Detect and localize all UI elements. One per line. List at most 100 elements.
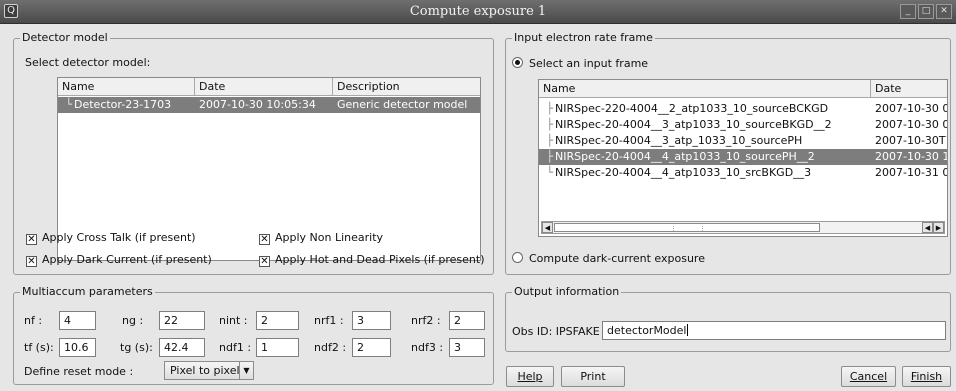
select-input-frame-label: Select an input frame [529,57,649,70]
tree-branch-icon: ├ [546,102,553,115]
nrf2-label: nrf2 : [411,314,441,327]
minimize-icon[interactable]: _ [900,4,916,19]
close-icon[interactable]: ✕ [936,4,952,19]
input-frame-group: Input electron rate frame Select an inpu… [505,31,951,275]
column-header-name[interactable]: Name [58,78,195,96]
nrf2-input[interactable]: 2 [449,311,485,330]
cross-talk-checkbox[interactable]: ✕ Apply Cross Talk (if present) [26,231,196,245]
obs-id-input[interactable]: detectorModel [602,321,946,340]
tg-input[interactable]: 42.4 [159,338,205,357]
ng-label: ng : [122,314,144,327]
horizontal-scrollbar[interactable]: ◀ ◀ ▶ [541,221,945,234]
window-title: Compute exposure 1 [409,4,547,19]
multiaccum-group: Multiaccum parameters nf : 4 ng : 22 nin… [13,285,494,385]
select-detector-label: Select detector model: [25,56,151,69]
nint-input[interactable]: 2 [256,311,299,330]
cross-talk-label: Apply Cross Talk (if present) [42,231,196,244]
checkbox-checked-icon: ✕ [26,234,37,245]
detector-date-cell: 2007-10-30 10:05:34 [199,98,316,111]
nrf1-input[interactable]: 3 [352,311,391,330]
tree-branch-icon: └ [65,98,72,111]
tf-input[interactable]: 10.6 [59,338,96,357]
chevron-down-icon: ▼ [239,362,253,379]
input-frame-table-header: Name Date [539,80,947,98]
table-row[interactable]: ├ NIRSpec-220-4004__2_atp1033_10_sourceBC… [539,101,947,117]
frame-date-cell: 2007-10-31 07: [875,166,947,179]
frame-name-cell: ├ NIRSpec-20-4004__3_atp_1033_10_sourcePH [539,133,871,149]
obs-id-label: Obs ID: IPSFAKE [512,325,600,338]
reset-mode-select[interactable]: Pixel to pixel ▼ [164,361,254,380]
tf-label: tf (s): [24,341,54,354]
tree-branch-icon: ├ [546,134,553,147]
output-information-legend: Output information [512,285,622,298]
scroll-left-icon[interactable]: ◀ [922,222,933,233]
print-button[interactable]: Print [561,366,625,387]
output-information-group: Output information Obs ID: IPSFAKE detec… [505,285,951,352]
radio-unselected-icon [512,252,523,263]
dark-current-label: Apply Dark Current (if present) [42,253,212,266]
hot-dead-pixels-checkbox[interactable]: ✕ Apply Hot and Dead Pixels (if present) [259,253,485,267]
nf-input[interactable]: 4 [59,311,96,330]
table-row[interactable]: ├ NIRSpec-20-4004__3_atp1033_10_sourceBKG… [539,117,947,133]
radio-selected-icon [512,57,523,68]
cancel-button[interactable]: Cancel [841,366,896,387]
table-row[interactable]: ├ NIRSpec-20-4004__4_atp1033_10_sourcePH_… [539,149,947,165]
column-header-date[interactable]: Date [195,78,333,96]
frame-date-cell: 2007-10-30T14 [875,134,947,147]
frame-name-cell: ├ NIRSpec-220-4004__2_atp1033_10_sourceBC… [539,101,871,117]
column-header-description[interactable]: Description [333,78,480,96]
frame-date-cell: 2007-10-30 16: [875,150,947,163]
nf-label: nf : [24,314,43,327]
input-frame-table[interactable]: Name Date ├ NIRSpec-220-4004__2_atp1033_1… [538,79,948,237]
title-bar: Q Compute exposure 1 _ □ ✕ [0,0,956,24]
dark-current-exposure-label: Compute dark-current exposure [529,252,705,265]
table-row[interactable]: └ NIRSpec-20-4004__4_atp1033_10_srcBKGD__… [539,165,947,181]
detector-model-group: Detector model Select detector model: Na… [13,31,494,275]
ndf3-label: ndf3 : [411,341,444,354]
scroll-right-icon[interactable]: ▶ [933,222,944,233]
checkbox-checked-icon: ✕ [259,234,270,245]
detector-table-header: Name Date Description [58,78,480,96]
frame-date-cell: 2007-10-30 08: [875,118,947,131]
scrollbar-thumb[interactable] [554,223,820,232]
detector-model-legend: Detector model [20,31,110,44]
tree-branch-icon: └ [546,166,553,179]
ndf3-input[interactable]: 3 [449,338,485,357]
table-row[interactable]: ├ NIRSpec-20-4004__3_atp_1033_10_sourcePH… [539,133,947,149]
non-linearity-label: Apply Non Linearity [275,231,384,244]
tg-label: tg (s): [120,341,153,354]
frame-name-cell: ├ NIRSpec-20-4004__3_atp1033_10_sourceBKG… [539,117,871,133]
detector-name-cell: └ Detector-23-1703 [58,97,195,113]
checkbox-checked-icon: ✕ [259,256,270,267]
multiaccum-legend: Multiaccum parameters [20,285,155,298]
nrf1-label: nrf1 : [314,314,344,327]
ng-input[interactable]: 22 [159,311,205,330]
reset-mode-label: Define reset mode : [24,365,134,378]
tree-branch-icon: ├ [546,150,553,163]
nint-label: nint : [219,314,248,327]
scroll-left-icon[interactable]: ◀ [542,222,553,233]
dark-current-exposure-radio[interactable]: Compute dark-current exposure [512,252,705,265]
dark-current-checkbox[interactable]: ✕ Apply Dark Current (if present) [26,253,212,267]
detector-description-cell: Generic detector model [337,98,468,111]
scrollbar-grip [673,226,703,231]
tree-branch-icon: ├ [546,118,553,131]
ndf2-input[interactable]: 2 [352,338,391,357]
table-row[interactable]: └ Detector-23-1703 2007-10-30 10:05:34 Ge… [58,97,480,113]
frame-name-cell: ├ NIRSpec-20-4004__4_atp1033_10_sourcePH_… [539,149,871,165]
help-button[interactable]: Help [506,366,554,387]
finish-button[interactable]: Finish [902,366,951,387]
checkbox-checked-icon: ✕ [26,256,37,267]
column-header-name[interactable]: Name [539,80,871,98]
frame-name-cell: └ NIRSpec-20-4004__4_atp1033_10_srcBKGD__… [539,165,871,181]
ndf1-label: ndf1 : [219,341,252,354]
input-frame-legend: Input electron rate frame [512,31,655,44]
frame-date-cell: 2007-10-30 07: [875,102,947,115]
maximize-icon[interactable]: □ [918,4,934,19]
non-linearity-checkbox[interactable]: ✕ Apply Non Linearity [259,231,383,245]
reset-mode-value: Pixel to pixel [170,364,240,377]
column-header-date[interactable]: Date [871,80,947,98]
ndf1-input[interactable]: 1 [256,338,299,357]
select-input-frame-radio[interactable]: Select an input frame [512,57,648,70]
window-controls: _ □ ✕ [900,4,952,19]
